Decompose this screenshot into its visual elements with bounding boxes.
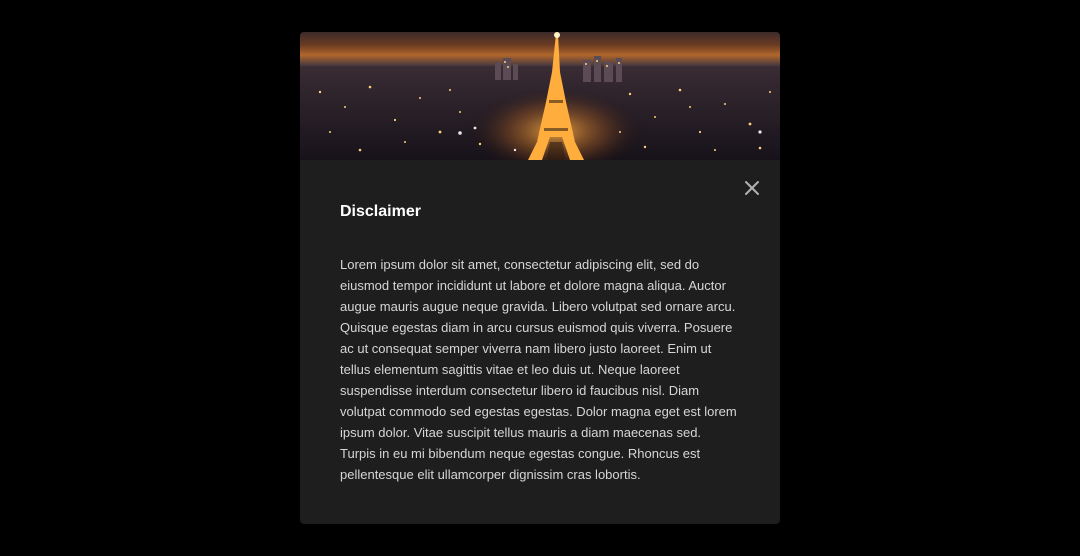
paris-skyline-illustration (300, 32, 780, 160)
dialog-body-text: Lorem ipsum dolor sit amet, consectetur … (340, 257, 737, 482)
close-icon (745, 181, 759, 195)
disclaimer-dialog: Disclaimer Lorem ipsum dolor sit amet, c… (300, 32, 780, 524)
dialog-title: Disclaimer (340, 203, 421, 220)
close-button[interactable] (742, 178, 762, 198)
hero-image (300, 32, 780, 160)
